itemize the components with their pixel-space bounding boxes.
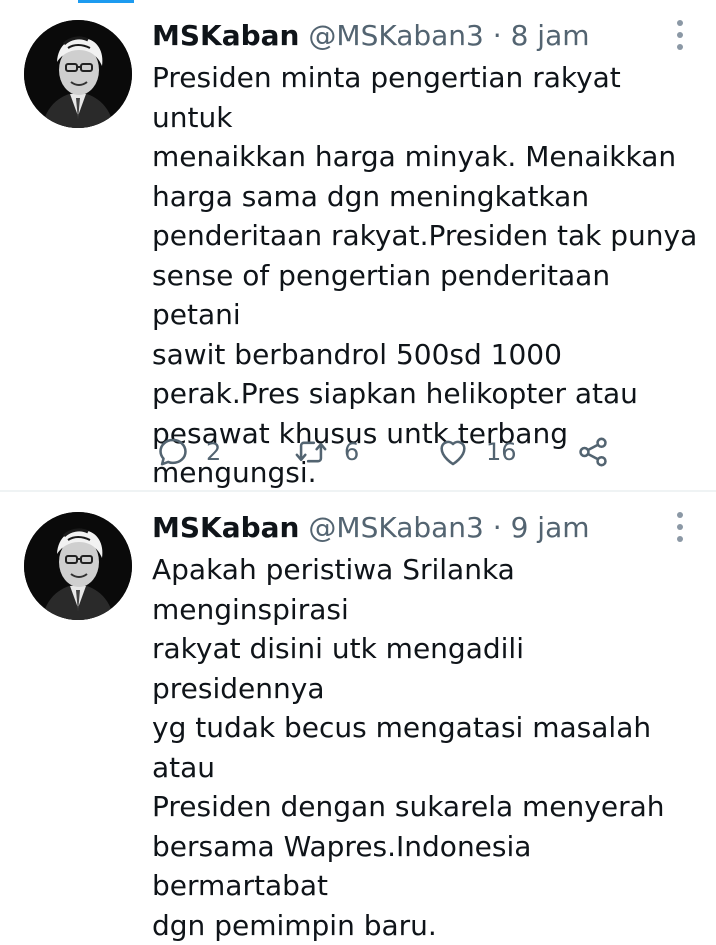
avatar[interactable]: [24, 512, 132, 620]
user-handle[interactable]: @MSKaban3: [308, 511, 483, 544]
avatar-photo: [24, 20, 132, 128]
like-count: 16: [486, 438, 517, 466]
display-name[interactable]: MSKaban: [152, 19, 300, 52]
reply-count: 2: [206, 438, 222, 466]
tweet-text: Apakah peristiwa Srilanka menginspirasi …: [152, 553, 665, 942]
tweet-time[interactable]: 8 jam: [511, 19, 590, 52]
avatar-photo: [24, 512, 132, 620]
more-icon[interactable]: [668, 20, 692, 50]
user-handle[interactable]: @MSKaban3: [308, 19, 483, 52]
retweet-icon: [295, 441, 327, 463]
more-icon[interactable]: [668, 512, 692, 542]
like-button[interactable]: 16: [436, 432, 517, 472]
tweet-item[interactable]: MSKaban @MSKaban3 · 8 jam Presiden minta…: [0, 0, 716, 490]
tweet-header: MSKaban @MSKaban3 · 9 jam: [152, 508, 590, 548]
share-icon: [579, 437, 607, 467]
separator-dot: ·: [492, 511, 502, 544]
share-button[interactable]: [576, 432, 610, 472]
tweet-item[interactable]: MSKaban @MSKaban3 · 9 jam Apakah peristi…: [0, 492, 716, 942]
retweet-button[interactable]: 6: [294, 432, 359, 472]
tweet-actions: 2 6 16: [152, 432, 622, 472]
tweet-text: Presiden minta pengertian rakyat untuk m…: [152, 61, 698, 489]
display-name[interactable]: MSKaban: [152, 511, 300, 544]
tweet-time[interactable]: 9 jam: [511, 511, 590, 544]
avatar[interactable]: [24, 20, 132, 128]
like-icon: [440, 440, 466, 466]
reply-button[interactable]: 2: [156, 432, 221, 472]
separator-dot: ·: [492, 19, 502, 52]
reply-icon: [159, 438, 187, 466]
tweet-header: MSKaban @MSKaban3 · 8 jam: [152, 16, 590, 56]
retweet-count: 6: [344, 438, 360, 466]
